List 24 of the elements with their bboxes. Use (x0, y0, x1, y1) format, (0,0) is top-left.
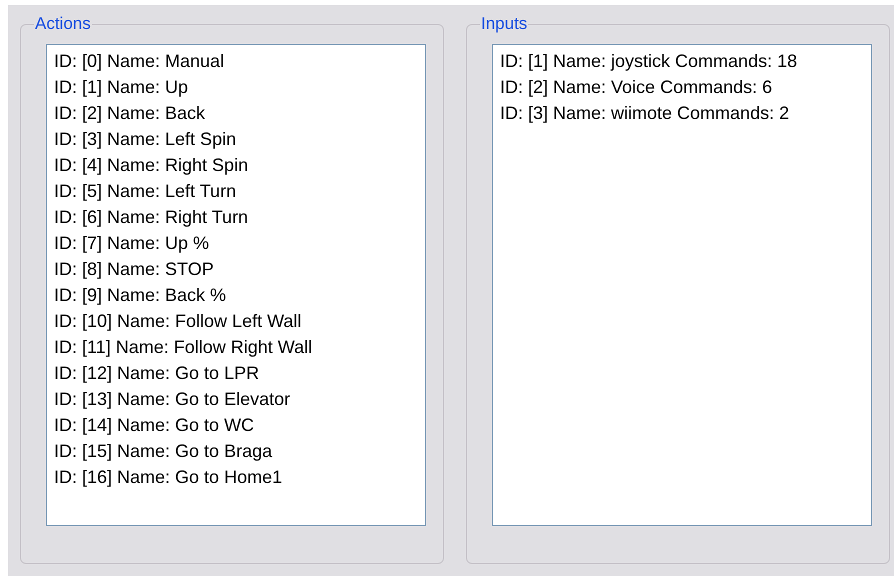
list-item[interactable]: ID: [9] Name: Back % (54, 282, 226, 308)
list-item[interactable]: ID: [16] Name: Go to Home1 (54, 464, 282, 490)
list-item[interactable]: ID: [2] Name: Back (54, 100, 206, 126)
list-item[interactable]: ID: [15] Name: Go to Braga (54, 438, 272, 464)
list-item[interactable]: ID: [6] Name: Right Turn (54, 204, 248, 230)
list-item[interactable]: ID: [3] Name: wiimote Commands: 2 (500, 100, 790, 126)
list-box[interactable] (46, 44, 426, 526)
list-item[interactable]: ID: [4] Name: Right Spin (54, 152, 248, 178)
group-title: Actions (34, 14, 92, 34)
list-item[interactable]: ID: [7] Name: Up % (54, 230, 210, 256)
list-item[interactable]: ID: [11] Name: Follow Right Wall (54, 334, 312, 360)
list-item[interactable]: ID: [5] Name: Left Turn (54, 178, 236, 204)
list-item[interactable]: ID: [12] Name: Go to LPR (54, 360, 260, 386)
group-title: Inputs (480, 14, 528, 34)
list-item[interactable]: ID: [10] Name: Follow Left Wall (54, 308, 302, 334)
list-item[interactable]: ID: [2] Name: Voice Commands: 6 (500, 74, 772, 100)
list-item[interactable]: ID: [8] Name: STOP (54, 256, 214, 282)
list-item[interactable]: ID: [0] Name: Manual (54, 48, 224, 74)
list-item[interactable]: ID: [1] Name: Up (54, 74, 188, 100)
list-item[interactable]: ID: [3] Name: Left Spin (54, 126, 236, 152)
list-item[interactable]: ID: [13] Name: Go to Elevator (54, 386, 290, 412)
list-box[interactable]: ID: [1] Name: joystick Commands: 18 ID: [2] Name: Voice Commands: 6 ID: [3] Name: wiimote Commands: 2 (492, 44, 872, 526)
list-item[interactable]: ID: [14] Name: Go to WC (54, 412, 254, 438)
list-item[interactable]: ID: [1] Name: joystick Commands: 18 (500, 48, 798, 74)
